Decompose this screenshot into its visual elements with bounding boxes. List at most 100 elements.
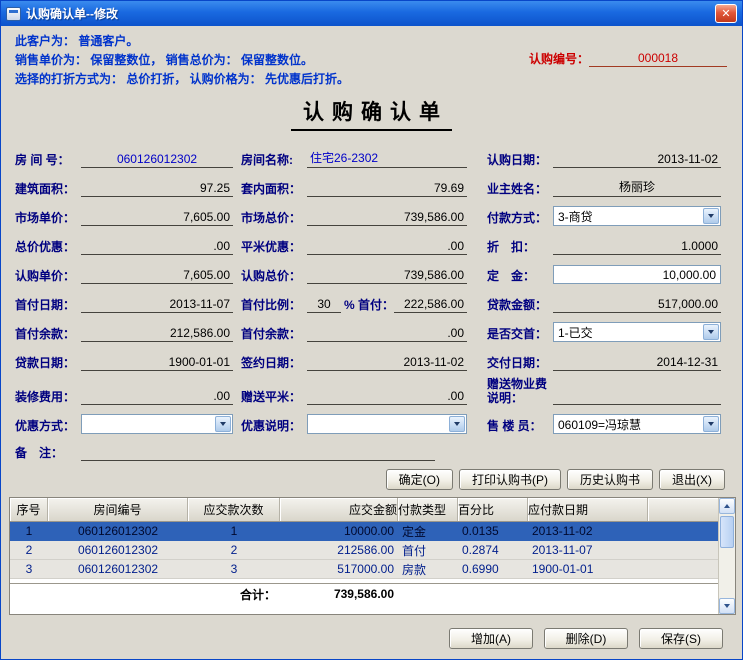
pay-method-value: 3-商贷 <box>558 208 593 225</box>
order-number-label: 认购编号： <box>529 50 589 67</box>
confirm-date-label: 认购日期： <box>487 152 553 168</box>
title-bar: 认购确认单--修改 ✕ <box>1 1 742 26</box>
form-row-4: 总价优惠： .00 平米优惠： .00 折 扣： 1.0000 <box>1 230 742 259</box>
cell-pay-type: 房款 <box>398 560 458 578</box>
table-header-installment: 应交款次数 <box>188 498 280 521</box>
field-confirm-date: 认购日期： 2013-11-02 <box>487 152 721 168</box>
delete-button[interactable]: 删除(D) <box>544 628 628 649</box>
confirm-total-price-value[interactable]: 739,586.00 <box>307 268 467 284</box>
first-pay-balance-2-value[interactable]: .00 <box>307 326 467 342</box>
scroll-down-button[interactable] <box>719 598 735 614</box>
discount-method-select[interactable] <box>81 414 233 434</box>
is-first-paid-value: 1-已交 <box>558 324 593 341</box>
order-number-field: 认购编号： 000018 <box>529 50 727 67</box>
history-confirmation-button[interactable]: 历史认购书 <box>567 469 653 490</box>
first-pay-balance-value[interactable]: 212,586.00 <box>81 326 233 342</box>
decoration-fee-value[interactable]: .00 <box>81 389 233 405</box>
total-value: 739,586.00 <box>280 587 398 601</box>
first-pay-ratio-value[interactable]: 30 <box>307 297 341 313</box>
build-area-value[interactable]: 97.25 <box>81 181 233 197</box>
form-row-10: 优惠方式： 优惠说明： 售 楼 员： 060109=冯琼慧 <box>1 409 742 438</box>
print-confirmation-button[interactable]: 打印认购书(P) <box>459 469 561 490</box>
save-button[interactable]: 保存(S) <box>639 628 723 649</box>
exit-button[interactable]: 退出(X) <box>659 469 725 490</box>
confirm-unit-price-value[interactable]: 7,605.00 <box>81 268 233 284</box>
salesperson-select[interactable]: 060109=冯琼慧 <box>553 414 721 434</box>
owner-name-value[interactable]: 杨丽珍 <box>553 178 721 197</box>
pay-method-dropdown-button[interactable] <box>703 208 719 224</box>
total-discount-value[interactable]: .00 <box>81 239 233 255</box>
window-title: 认购确认单--修改 <box>26 5 715 22</box>
field-first-pay-ratio: 首付比例： 30 % 首付： 222,586.00 <box>241 297 467 313</box>
table-row[interactable]: 1 060126012302 1 10000.00 定金 0.0135 2013… <box>10 522 735 541</box>
scrollbar-thumb[interactable] <box>720 516 734 548</box>
first-pay-amount-label: % 首付： <box>344 297 394 313</box>
table-row[interactable]: 2 060126012302 2 212586.00 首付 0.2874 201… <box>10 541 735 560</box>
discount-rate-value[interactable]: 1.0000 <box>553 239 721 255</box>
deliver-date-label: 交付日期： <box>487 355 553 371</box>
deposit-input[interactable] <box>553 265 721 284</box>
payment-schedule-table: 序号 房间编号 应交款次数 应交金额 付款类型 百分比 应付款日期 1 0601… <box>9 497 736 615</box>
add-button[interactable]: 增加(A) <box>449 628 533 649</box>
pay-method-select[interactable]: 3-商贷 <box>553 206 721 226</box>
table-vertical-scrollbar[interactable] <box>718 498 735 614</box>
form-row-3: 市场单价： 7,605.00 市场总价： 739,586.00 付款方式： 3-… <box>1 201 742 230</box>
deliver-date-value[interactable]: 2014-12-31 <box>553 355 721 371</box>
loan-date-value[interactable]: 1900-01-01 <box>81 355 233 371</box>
remark-value[interactable] <box>81 445 435 461</box>
close-button[interactable]: ✕ <box>715 4 737 23</box>
field-pay-method: 付款方式： 3-商贷 <box>487 206 721 226</box>
salesperson-dropdown-button[interactable] <box>703 416 719 432</box>
market-total-price-value[interactable]: 739,586.00 <box>307 210 467 226</box>
loan-amount-value[interactable]: 517,000.00 <box>553 297 721 313</box>
gift-sqm-value[interactable]: .00 <box>307 389 467 405</box>
room-number-value[interactable]: 060126012302 <box>81 152 233 168</box>
room-name-value[interactable]: 住宅26-2302 <box>307 149 467 168</box>
form-body: 房 间 号： 060126012302 房间名称: 住宅26-2302 认购日期… <box>1 143 742 465</box>
field-confirm-total-price: 认购总价： 739,586.00 <box>241 268 467 284</box>
mid-action-bar: 确定(O) 打印认购书(P) 历史认购书 退出(X) <box>386 469 725 490</box>
is-first-paid-label: 是否交首： <box>487 326 553 342</box>
cell-percent: 0.6990 <box>458 560 528 578</box>
is-first-paid-dropdown-button[interactable] <box>703 324 719 340</box>
remark-label: 备 注： <box>15 445 81 461</box>
table-row[interactable]: 3 060126012302 3 517000.00 房款 0.6990 190… <box>10 560 735 579</box>
first-pay-date-value[interactable]: 2013-11-07 <box>81 297 233 313</box>
arrow-up-icon <box>724 504 730 508</box>
field-room-number: 房 间 号： 060126012302 <box>15 152 233 168</box>
cell-amount: 10000.00 <box>280 522 398 540</box>
chevron-down-icon <box>708 422 714 426</box>
cell-index: 2 <box>10 541 48 559</box>
discount-note-dropdown-button[interactable] <box>449 416 465 432</box>
field-loan-amount: 贷款金额： 517,000.00 <box>487 297 721 313</box>
inner-area-value[interactable]: 79.69 <box>307 181 467 197</box>
form-title: 认购确认单 <box>1 96 742 131</box>
pay-method-label: 付款方式： <box>487 210 553 226</box>
loan-date-label: 贷款日期： <box>15 355 81 371</box>
field-confirm-unit-price: 认购单价： 7,605.00 <box>15 268 233 284</box>
confirm-date-value[interactable]: 2013-11-02 <box>553 152 721 168</box>
is-first-paid-select[interactable]: 1-已交 <box>553 322 721 342</box>
discount-note-select[interactable] <box>307 414 467 434</box>
table-header-room-number: 房间编号 <box>48 498 188 521</box>
discount-method-dropdown-button[interactable] <box>215 416 231 432</box>
scroll-up-button[interactable] <box>719 498 735 514</box>
form-row-2: 建筑面积： 97.25 套内面积： 79.69 业主姓名： 杨丽珍 <box>1 172 742 201</box>
market-unit-price-value[interactable]: 7,605.00 <box>81 210 233 226</box>
field-remark: 备 注： <box>15 445 435 461</box>
discount-note-label: 优惠说明： <box>241 418 307 434</box>
chevron-down-icon <box>220 422 226 426</box>
sign-date-value[interactable]: 2013-11-02 <box>307 355 467 371</box>
discount-rate-label: 折 扣： <box>487 239 553 255</box>
sqm-discount-value[interactable]: .00 <box>307 239 467 255</box>
gift-property-note-value[interactable] <box>553 389 721 405</box>
table-header-row: 序号 房间编号 应交款次数 应交金额 付款类型 百分比 应付款日期 <box>10 498 735 522</box>
close-icon: ✕ <box>721 7 730 20</box>
cell-due-date: 2013-11-02 <box>528 522 648 540</box>
first-pay-amount-value[interactable]: 222,586.00 <box>394 297 467 313</box>
arrow-down-icon <box>724 604 730 608</box>
sign-date-label: 签约日期： <box>241 355 307 371</box>
bottom-action-bar: 增加(A) 删除(D) 保存(S) <box>449 628 723 649</box>
build-area-label: 建筑面积： <box>15 181 81 197</box>
confirm-button[interactable]: 确定(O) <box>386 469 453 490</box>
